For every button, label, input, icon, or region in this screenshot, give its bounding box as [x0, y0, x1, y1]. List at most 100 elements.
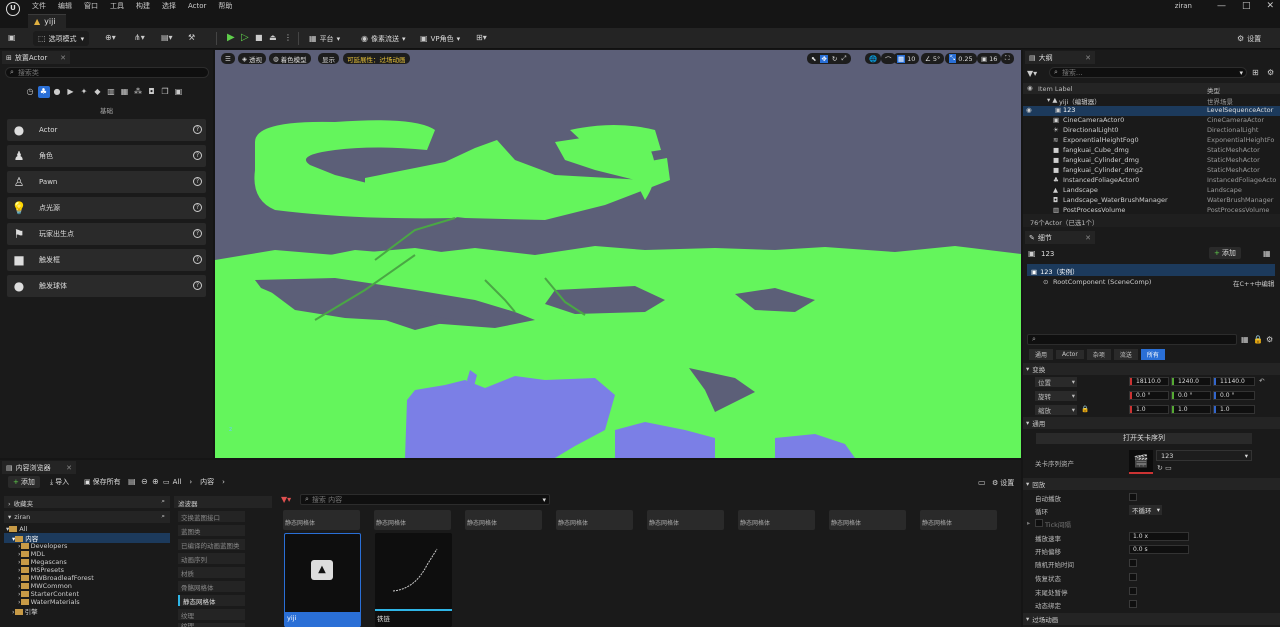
open-level-sequence-button[interactable]: 打开关卡序列	[1036, 433, 1252, 444]
tree-item-engine[interactable]: › 引擎	[12, 606, 38, 616]
move-tool-icon[interactable]: ✥	[820, 54, 828, 63]
asset-tile[interactable]: 静态网格体	[374, 510, 451, 530]
asset-tile[interactable]: 静态网格体	[738, 510, 815, 530]
rotation-z-input[interactable]: 0.0 °	[1213, 391, 1255, 400]
volume-icon[interactable]: ▥	[105, 86, 117, 98]
geometry-icon[interactable]: ◆	[92, 86, 104, 98]
actor-item-trigger-box[interactable]: ■ 触发框?	[7, 249, 206, 271]
menu-build[interactable]: 构建	[136, 1, 150, 11]
select-tool-icon[interactable]: ⬉	[811, 55, 816, 63]
menu-actor[interactable]: Actor	[188, 2, 206, 10]
outliner-search-input[interactable]: ⌕ 搜索... ▾	[1049, 67, 1247, 78]
minimize-button[interactable]: —	[1217, 1, 1226, 11]
asset-tile[interactable]: 静态网格体	[465, 510, 542, 530]
save-icon[interactable]: ▣	[8, 33, 16, 42]
help-icon[interactable]: ?	[193, 255, 202, 264]
unreal-logo-icon[interactable]: U	[6, 2, 20, 16]
scale-y-input[interactable]: 1.0	[1171, 405, 1211, 414]
filter-tab-actor[interactable]: Actor	[1056, 350, 1084, 359]
filter-item[interactable]: 已编译的动画蓝图类	[178, 539, 245, 550]
blueprint-icon[interactable]: ⋔▾	[134, 33, 145, 42]
ui-icon[interactable]: ▣	[173, 86, 185, 98]
history-icon[interactable]: ▭	[978, 478, 986, 487]
view-mode-button[interactable]: ◍ 着色模型	[269, 53, 311, 64]
chevron-right-icon[interactable]: ▸	[1027, 519, 1030, 527]
outliner-row[interactable]: ▲ Landscape Landscape	[1023, 186, 1280, 196]
close-icon[interactable]: ✕	[1085, 54, 1091, 62]
level-tab[interactable]: ▲ yiji	[28, 14, 66, 28]
settings-icon[interactable]: ⚙	[1267, 68, 1274, 77]
pause-at-end-checkbox[interactable]	[1129, 587, 1137, 595]
blueprint-icon[interactable]: ▦	[1263, 249, 1271, 258]
location-x-input[interactable]: 18110.0	[1129, 377, 1169, 386]
add-content-button[interactable]: + 添加	[8, 476, 40, 488]
tree-item[interactable]: › StarterContent	[18, 590, 79, 598]
select-mode-button[interactable]: ⬚ 选项模式 ▾	[33, 31, 90, 46]
asset-tile-yiji[interactable]: ▲ yiji	[284, 533, 361, 627]
actor-item-point-light[interactable]: 💡 点光源?	[7, 197, 206, 219]
content-settings-button[interactable]: ⚙ 设置	[992, 478, 1014, 488]
rotation-snap-button[interactable]: ∠ 5°	[921, 53, 945, 64]
filter-icon[interactable]: ▼▾	[281, 495, 291, 504]
label-column-header[interactable]: Item Label	[1038, 85, 1072, 93]
actor-item-player-start[interactable]: ⚑ 玩家出生点?	[7, 223, 206, 245]
actor-item-trigger-sphere[interactable]: ● 触发球体?	[7, 275, 206, 297]
menu-file[interactable]: 文件	[32, 1, 46, 11]
general-section-header[interactable]: ▾ 通用	[1023, 417, 1280, 429]
asset-search-input[interactable]: ⌕ 搜索 内容 ▾	[300, 494, 550, 505]
filter-item[interactable]: 蓝图类	[178, 525, 245, 536]
scale-dropdown[interactable]: 缩放 ▾	[1035, 405, 1077, 415]
tree-item[interactable]: › Developers	[18, 542, 67, 550]
class-search-input[interactable]: ⌕ 搜索类	[5, 67, 209, 78]
random-start-checkbox[interactable]	[1129, 559, 1137, 567]
filter-item[interactable]: 材质	[178, 567, 245, 578]
filter-item[interactable]: 骨骼网格体	[178, 581, 245, 592]
help-icon[interactable]: ?	[193, 203, 202, 212]
asset-tile[interactable]: 静态网格体	[829, 510, 906, 530]
outliner-tab[interactable]: ▤ 大纲 ✕	[1025, 51, 1095, 64]
maximize-viewport-button[interactable]: ⛶	[1001, 53, 1014, 64]
outliner-row[interactable]: ▣ CineCameraActor0 CineCameraActor	[1023, 116, 1280, 126]
filter-item[interactable]: 纹理	[178, 623, 245, 627]
menu-window[interactable]: 窗口	[84, 1, 98, 11]
chevron-down-icon[interactable]: ▾	[542, 496, 546, 504]
platform-button[interactable]: ▦ 平台 ▾	[304, 31, 345, 46]
all-classes-icon[interactable]: ▦	[119, 86, 131, 98]
close-icon[interactable]: ✕	[66, 464, 72, 472]
sources-panel-icon[interactable]: ▤	[128, 477, 136, 486]
outliner-row[interactable]: ≋ ExponentialHeightFog0 ExponentialHeightF…	[1023, 136, 1280, 146]
tree-item[interactable]: › MSPresets	[18, 566, 64, 574]
root-component-row[interactable]: ⊙ RootComponent (SceneComp) 在C++中编辑	[1027, 277, 1275, 288]
outliner-row[interactable]: ◘ Landscape_WaterBrushManager WaterBrushMa…	[1023, 196, 1280, 206]
camera-speed-button[interactable]: ▣ 16	[977, 53, 1002, 64]
tick-interval-checkbox[interactable]	[1035, 519, 1043, 527]
import-button[interactable]: ⤓ 导入	[50, 477, 69, 487]
settings-button[interactable]: ⚙ 设置	[1232, 31, 1266, 46]
asset-tile[interactable]: 静态网格体	[647, 510, 724, 530]
content-browser-tab[interactable]: ▤ 内容浏览器 ✕	[2, 461, 76, 474]
actor-item-pawn[interactable]: ♙ Pawn?	[7, 171, 206, 193]
scale-z-input[interactable]: 1.0	[1213, 405, 1255, 414]
world-space-button[interactable]: 🌐	[865, 53, 882, 64]
filter-tab-streaming[interactable]: 流送	[1113, 349, 1138, 360]
settings-icon[interactable]: ⚙	[1266, 335, 1273, 344]
close-icon[interactable]: ✕	[60, 54, 66, 62]
asset-picker[interactable]: 123 ▾	[1156, 450, 1252, 461]
play-rate-input[interactable]: 1.0 x	[1129, 532, 1189, 541]
location-y-input[interactable]: 1240.0	[1171, 377, 1211, 386]
outliner-root-row[interactable]: ▾ ▲ yiji（编辑器） 世界场景	[1023, 96, 1280, 106]
type-column-header[interactable]: 类型	[1207, 85, 1220, 95]
tree-item-all[interactable]: ▾ All	[6, 525, 27, 533]
location-dropdown[interactable]: 位置 ▾	[1035, 377, 1077, 387]
simulate-icon[interactable]: ▷	[241, 32, 249, 43]
help-icon[interactable]: ?	[193, 229, 202, 238]
tree-item[interactable]: › MWBroadleafForest	[18, 574, 94, 582]
scale-x-input[interactable]: 1.0	[1129, 405, 1169, 414]
playback-section-header[interactable]: ▾ 回放	[1023, 478, 1280, 490]
help-icon[interactable]: ?	[193, 151, 202, 160]
filter-icon[interactable]: ▼▾	[1027, 69, 1037, 78]
scalability-badge[interactable]: 可延展性：过场动画	[343, 53, 410, 64]
asset-tile-chain[interactable]: 铁链	[375, 533, 452, 627]
restore-state-checkbox[interactable]	[1129, 573, 1137, 581]
scale-tool-icon[interactable]: ⤢	[841, 54, 846, 63]
